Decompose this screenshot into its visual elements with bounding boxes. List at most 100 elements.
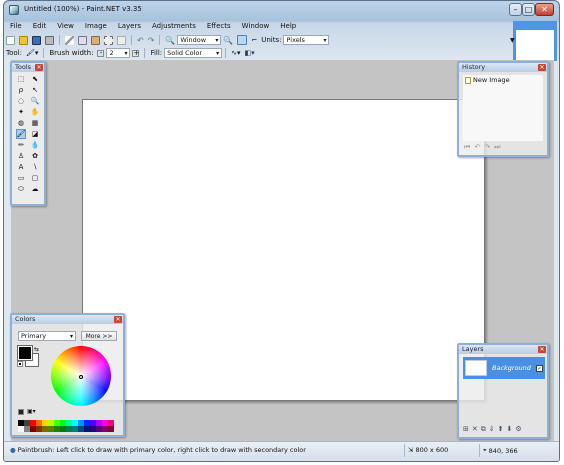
menu-edit[interactable]: Edit (27, 21, 52, 33)
more-colors-button[interactable]: More >> (81, 331, 117, 341)
save-icon[interactable] (32, 35, 41, 45)
gradient-icon[interactable]: ▦ (30, 118, 40, 128)
color-mode-combo[interactable]: Primary ▾ (18, 331, 76, 341)
merge-layer-icon[interactable]: ⇓ (489, 425, 495, 434)
menu-effects[interactable]: Effects (201, 21, 236, 33)
text-icon[interactable]: A (16, 162, 26, 172)
color-wheel-cursor[interactable] (79, 375, 83, 379)
menu-layers[interactable]: Layers (112, 21, 146, 33)
recolor-icon[interactable]: ✿ (30, 151, 40, 161)
fill-combo[interactable]: Solid Color ▾ (164, 48, 223, 58)
units-combo[interactable]: Pixels ▾ (283, 35, 330, 45)
layer-row[interactable]: Background ✓ (463, 357, 545, 379)
new-file-icon[interactable] (6, 35, 15, 45)
close-icon[interactable]: ✕ (114, 316, 122, 323)
line-curve-icon[interactable]: ∖ (30, 162, 40, 172)
ellipse-icon[interactable]: ⬭ (16, 184, 26, 194)
drawing-canvas[interactable] (82, 99, 485, 401)
zoom-combo[interactable]: Window ▾ (177, 35, 222, 45)
history-panel-header[interactable]: History ✕ (459, 63, 547, 72)
close-icon[interactable]: ✕ (538, 346, 546, 353)
tools-panel-header[interactable]: Tools ✕ (12, 63, 44, 72)
title-bar[interactable]: Untitled (100%) - Paint.NET v3.35 – □ ✕ (4, 1, 559, 20)
tool-options-bar: Tool: 🖌▾ Brush width: - 2 ▾ + Fill: Soli… (4, 47, 514, 59)
add-layer-icon[interactable]: ⊞ (463, 425, 469, 434)
history-item[interactable]: New Image (463, 75, 543, 85)
swap-colors-icon[interactable]: ⇆ (34, 346, 39, 353)
rewind-icon[interactable]: ⏮ (464, 143, 470, 152)
zoom-icon[interactable]: 🔍 (30, 96, 40, 106)
paste-icon[interactable] (91, 35, 100, 45)
move-selection-icon[interactable]: ⬉ (30, 74, 40, 84)
image-thumbnail[interactable] (516, 30, 554, 60)
palette-menu-icon[interactable]: ▣▾ (27, 408, 36, 415)
thumbnail-dropdown-icon[interactable]: ▼ (510, 37, 515, 44)
menu-file[interactable]: File (4, 21, 27, 33)
menu-view[interactable]: View (51, 21, 79, 33)
menu-image[interactable]: Image (79, 21, 112, 33)
layers-panel-header[interactable]: Layers ✕ (459, 345, 547, 354)
tools-panel-title: Tools (15, 63, 32, 71)
cut-icon[interactable] (65, 35, 74, 45)
rounded-rectangle-icon[interactable]: ▢ (30, 173, 40, 183)
pencil-icon[interactable]: ✏ (16, 140, 26, 150)
rectangle-select-icon[interactable]: ⬚ (16, 74, 26, 84)
move-layer-up-icon[interactable]: ⬆ (498, 425, 504, 434)
colors-panel-header[interactable]: Colors ✕ (12, 315, 123, 324)
color-mode-value: Primary (21, 332, 47, 340)
clone-stamp-icon[interactable]: ♙ (16, 151, 26, 161)
print-icon[interactable] (45, 35, 54, 45)
menu-window[interactable]: Window (236, 21, 275, 33)
magic-wand-icon[interactable]: ✦ (16, 107, 26, 117)
eraser-icon[interactable]: ◪ (30, 129, 40, 139)
reset-colors-icon[interactable] (17, 361, 24, 368)
image-thumbnail-panel[interactable] (513, 21, 557, 61)
close-window-button[interactable]: ✕ (535, 3, 554, 16)
menu-bar: File Edit View Image Layers Adjustments … (4, 21, 514, 33)
move-selection-alt-icon[interactable]: ↖ (30, 85, 40, 95)
minimize-button[interactable]: – (509, 3, 522, 16)
move-layer-down-icon[interactable]: ⬇ (507, 425, 513, 434)
undo-icon[interactable]: ↶ (474, 143, 480, 152)
delete-layer-icon[interactable]: ✕ (472, 425, 478, 434)
open-folder-icon[interactable] (19, 35, 28, 45)
paintbrush-icon[interactable]: 🖌 (16, 129, 26, 139)
palette-swatch[interactable] (108, 426, 114, 432)
ellipse-select-icon[interactable]: ◌ (16, 96, 26, 106)
paint-bucket-icon[interactable]: ◍ (16, 118, 26, 128)
add-to-palette-icon[interactable] (18, 408, 24, 415)
layer-thumbnail (465, 360, 487, 376)
fast-forward-icon[interactable]: ⏭ (494, 143, 500, 152)
layer-properties-icon[interactable]: ⚙ (515, 425, 521, 434)
duplicate-layer-icon[interactable]: ⧉ (481, 425, 486, 434)
decrease-width-button[interactable]: - (97, 49, 105, 57)
deselect-icon[interactable] (117, 35, 126, 45)
increase-width-button[interactable]: + (132, 49, 140, 57)
layer-visibility-checkbox[interactable]: ✓ (536, 364, 543, 372)
pan-icon[interactable]: ✋ (30, 107, 40, 117)
redo-icon[interactable]: ↷ (484, 143, 490, 152)
undo-icon[interactable]: ↶ (137, 36, 144, 45)
antialiasing-icon[interactable]: ∿▾ (231, 49, 240, 57)
color-picker-icon[interactable]: 💧 (30, 140, 40, 150)
close-icon[interactable]: ✕ (35, 64, 43, 71)
ruler-icon[interactable]: ⌐ (251, 36, 257, 44)
primary-color-swatch[interactable] (17, 345, 33, 361)
alpha-blending-icon[interactable]: ◧▾ (245, 49, 255, 57)
grid-toggle-icon[interactable] (237, 35, 248, 45)
current-tool-icon[interactable]: 🖌▾ (26, 49, 38, 57)
brush-width-combo[interactable]: 2 ▾ (106, 48, 131, 58)
menu-adjustments[interactable]: Adjustments (146, 21, 201, 33)
zoom-in-icon[interactable]: 🔍 (223, 36, 233, 45)
menu-help[interactable]: Help (274, 21, 301, 33)
redo-icon[interactable]: ↷ (148, 36, 155, 45)
freeform-shape-icon[interactable]: ☁ (30, 184, 40, 194)
maximize-button[interactable]: □ (522, 3, 535, 16)
colors-panel: Colors ✕ Primary ▾ More >> ⇆ ▣▾ (10, 313, 125, 437)
lasso-select-icon[interactable]: ρ (16, 85, 26, 95)
crop-to-selection-icon[interactable] (104, 35, 113, 45)
copy-icon[interactable] (78, 35, 87, 45)
rectangle-icon[interactable]: ▭ (16, 173, 26, 183)
close-icon[interactable]: ✕ (538, 64, 546, 71)
zoom-out-icon[interactable]: 🔍 (165, 36, 175, 45)
